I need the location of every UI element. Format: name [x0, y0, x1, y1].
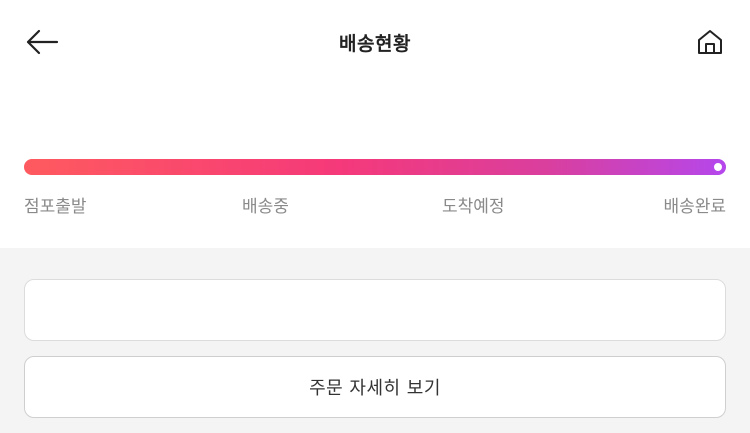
progress-steps: 점포출발 배송중 도착예정 배송완료 [24, 192, 726, 217]
page-title: 배송현황 [339, 33, 411, 55]
delivery-progress-bar [24, 159, 726, 175]
home-icon [698, 30, 722, 54]
step-label-delivered: 배송완료 [663, 197, 726, 217]
delivery-info-card [24, 279, 726, 341]
step-label-departure: 점포출발 [24, 197, 87, 217]
home-button[interactable] [690, 22, 730, 62]
progress-fill [24, 159, 726, 175]
order-detail-label: 주문 자세히 보기 [309, 378, 441, 399]
progress-indicator [712, 161, 724, 173]
step-label-expected-arrival: 도착예정 [442, 197, 505, 217]
step-label-in-transit: 배송중 [242, 197, 289, 217]
status-panel: 배송현황 점포출발 배송중 도착예정 배송완료 [0, 0, 750, 248]
order-detail-button[interactable]: 주문 자세히 보기 [24, 356, 726, 418]
header: 배송현황 [0, 0, 750, 84]
